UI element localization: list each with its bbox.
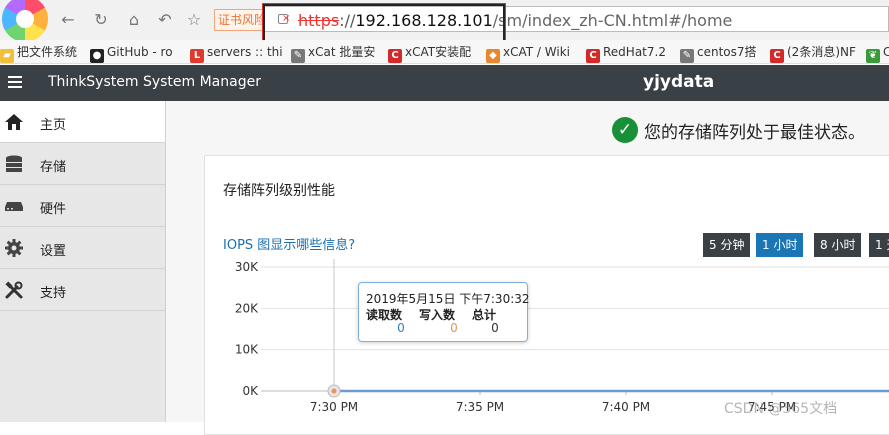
y-tick-label: 10K xyxy=(235,343,259,357)
browser-toolbar: ← ↻ ⌂ ↶ ☆ 证书风险 https://192.168.128.101/s… xyxy=(0,0,889,46)
hover-point xyxy=(331,388,337,394)
panel-title: 存储阵列级别性能 xyxy=(223,183,335,199)
folder-icon: ▰ xyxy=(0,49,14,63)
letter-c-icon: C xyxy=(770,49,784,63)
bookmark-label: (2条消息)NF xyxy=(787,45,856,59)
status-text: 您的存储阵列处于最佳状态。 xyxy=(644,122,865,143)
undo-icon[interactable]: ↶ xyxy=(155,10,175,30)
tooltip-value-write: 0 xyxy=(450,321,458,335)
tag-icon: ✎ xyxy=(291,49,305,63)
browser-logo-icon[interactable] xyxy=(2,0,48,42)
bookmark-item[interactable]: C (2条消息)NF xyxy=(770,43,856,63)
tooltip-date: 2019年5月15日 下午7:30:32 xyxy=(366,292,530,306)
letter-c-icon: C xyxy=(586,49,600,63)
sidebar-item-settings[interactable]: 设置 xyxy=(0,227,165,269)
bookmark-item[interactable]: C RedHat7.2 xyxy=(586,43,666,63)
sidebar-item-label: 支持 xyxy=(40,286,67,301)
watermark: CSDN @365文档 xyxy=(724,401,838,417)
sidebar-item-label: 硬件 xyxy=(40,202,67,217)
leaf-icon: ❦ xyxy=(866,49,880,63)
certificate-warning[interactable]: 证书风险 xyxy=(214,9,264,31)
bookmark-label: RedHat7.2 xyxy=(603,45,666,59)
tooltip-value-read: 0 xyxy=(397,321,405,335)
sidebar-item-label: 设置 xyxy=(40,244,67,259)
home-icon[interactable]: ⌂ xyxy=(124,10,144,30)
bookmark-item[interactable]: Lservers :: thi xyxy=(190,43,283,63)
bookmark-label: servers :: thi xyxy=(207,45,283,59)
y-tick-label: 20K xyxy=(235,301,259,315)
url-path: /sm/index_zh-CN.html#/home xyxy=(492,11,733,30)
url-highlight-box xyxy=(262,3,506,46)
refresh-icon[interactable]: ↻ xyxy=(91,10,111,30)
bookmark-item[interactable]: ▰ 把文件系统 xyxy=(0,43,78,63)
check-circle-icon: ✓ xyxy=(612,117,638,143)
bookmark-item[interactable]: CxCAT安装配 xyxy=(388,43,472,63)
system-name: yjydata xyxy=(643,72,715,92)
bookmark-label: 把文件系统 xyxy=(17,45,78,59)
tooltip-value-total: 0 xyxy=(491,321,499,335)
x-tick-label: 7:35 PM xyxy=(456,400,504,414)
bookmark-label: centos7搭 xyxy=(697,45,757,59)
github-icon: ● xyxy=(90,49,104,63)
menu-icon[interactable] xyxy=(8,76,22,88)
letter-c-icon: C xyxy=(388,49,402,63)
bookmark-label: xCat 批量安 xyxy=(308,45,376,59)
tools-icon xyxy=(5,281,23,299)
bookmark-item[interactable]: ● GitHub - ro xyxy=(90,43,173,63)
letter-l-icon: L xyxy=(190,49,204,63)
home-icon xyxy=(5,114,23,130)
bookmark-label: GitHub - ro xyxy=(107,45,173,59)
y-tick-label: 0K xyxy=(242,384,259,398)
back-icon[interactable]: ← xyxy=(58,10,78,30)
sidebar-item-label: 存储 xyxy=(40,160,67,175)
sidebar-item-storage[interactable]: 存储 xyxy=(0,143,165,185)
bookmark-item[interactable]: ◆ xCAT / Wiki xyxy=(486,43,570,63)
tag-icon: ✎ xyxy=(680,49,694,63)
bookmark-label: C xyxy=(883,45,889,59)
bookmarks-bar: ▰ 把文件系统 ● GitHub - ro Lservers :: thi ✎ xCat 批… xyxy=(0,40,889,64)
array-status: ✓ 您的存储阵列处于最佳状态。 xyxy=(612,117,865,143)
hardware-icon xyxy=(5,202,23,211)
app-header: ThinkSystem System Manager yjydata xyxy=(0,65,889,101)
main-content: ✓ 您的存储阵列处于最佳状态。 存储阵列级别性能 IOPS 图显示哪些信息? 5 … xyxy=(166,101,889,435)
storage-icon xyxy=(6,155,22,172)
bookmark-star-icon[interactable]: ☆ xyxy=(184,10,204,30)
y-tick-label: 30K xyxy=(235,260,259,274)
diamond-icon: ◆ xyxy=(486,49,500,63)
bookmark-item[interactable]: ❦ C xyxy=(866,43,889,63)
sidebar-item-label: 主页 xyxy=(40,118,67,133)
bookmark-label: xCAT / Wiki xyxy=(503,45,570,59)
sidebar-item-support[interactable]: 支持 xyxy=(0,269,165,311)
app-title: ThinkSystem System Manager xyxy=(48,74,261,90)
sidebar-item-hardware[interactable]: 硬件 xyxy=(0,185,165,227)
gear-icon xyxy=(5,239,23,257)
bookmark-item[interactable]: ✎ xCat 批量安 xyxy=(291,43,376,63)
sidebar-item-home[interactable]: 主页 xyxy=(0,101,165,143)
sidebar: 主页 存储 硬件 设置 支持 xyxy=(0,101,166,422)
x-tick-label: 7:40 PM xyxy=(602,400,650,414)
bookmark-label: xCAT安装配 xyxy=(405,45,472,59)
bookmark-item[interactable]: ✎ centos7搭 xyxy=(680,43,757,63)
x-tick-label: 7:30 PM xyxy=(310,400,358,414)
chart-tooltip: 2019年5月15日 下午7:30:32 读取数 写入数 总计 0 0 0 xyxy=(358,282,530,342)
